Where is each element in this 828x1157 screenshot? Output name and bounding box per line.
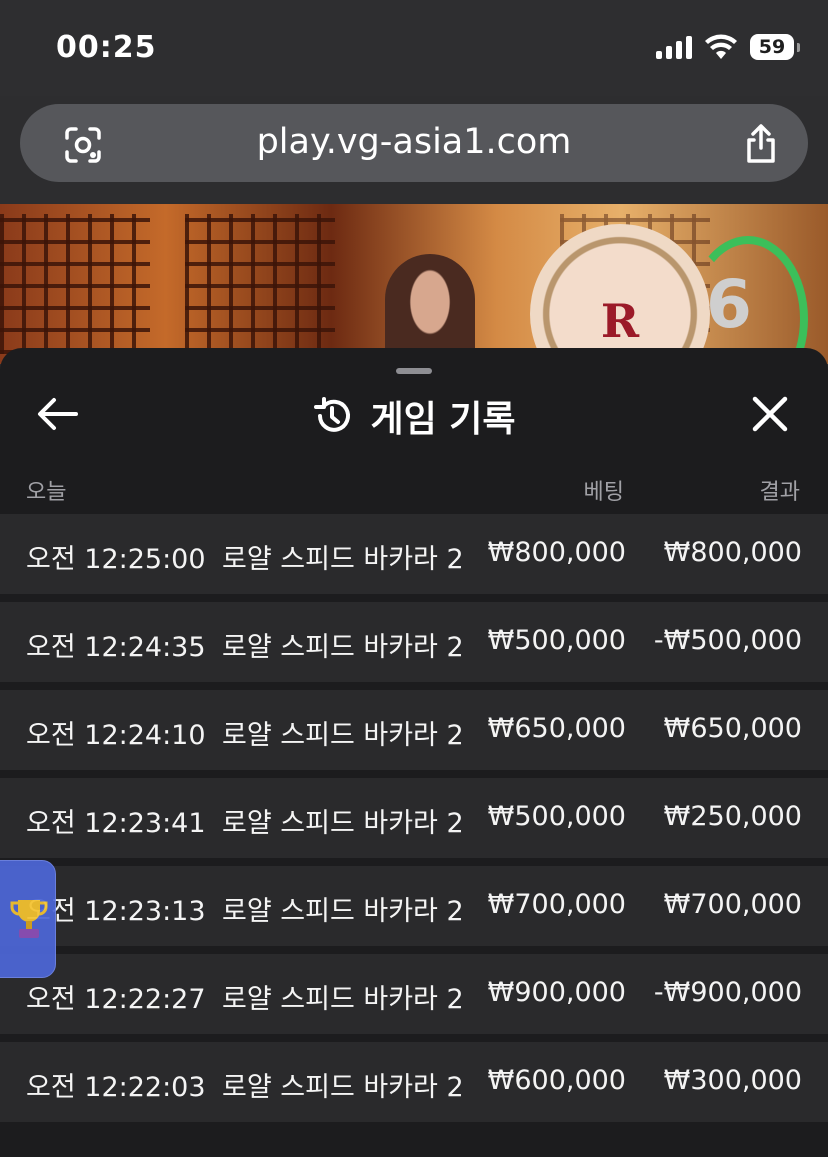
sheet-title: 게임 기록 (370, 399, 516, 440)
column-header-bet: 베팅 (583, 480, 624, 505)
cellular-signal-icon (656, 35, 692, 59)
status-icons: 59 (656, 34, 800, 60)
row-result: ₩250,000 (663, 801, 802, 832)
row-time: 오전 12:23:41 (26, 808, 206, 839)
share-icon[interactable] (742, 124, 780, 164)
battery-icon: 59 (750, 34, 800, 60)
row-result: ₩300,000 (663, 1065, 802, 1096)
row-bet: ₩500,000 (487, 625, 626, 656)
row-bet: ₩600,000 (487, 1065, 626, 1096)
history-row[interactable]: 오전 12:25:00 로얄 스피드 바카라 2 ₩800,000 ₩800,0… (0, 514, 828, 594)
live-video: R 6 (0, 204, 828, 364)
game-history-sheet: 게임 기록 오늘 베팅 결과 오전 12:25:00 로얄 스피드 바카라 2 … (0, 348, 828, 1157)
sheet-grab-handle[interactable] (396, 368, 432, 374)
row-bet: ₩800,000 (487, 537, 626, 568)
history-row[interactable]: 오전 12:22:03 로얄 스피드 바카라 2 ₩600,000 ₩300,0… (0, 1042, 828, 1122)
row-bet: ₩500,000 (487, 801, 626, 832)
row-time: 오전 12:24:35 (26, 632, 206, 663)
column-header-result: 결과 (759, 480, 800, 505)
history-row[interactable]: 오전 12:22:27 로얄 스피드 바카라 2 ₩900,000 -₩900,… (0, 954, 828, 1034)
lattice-decor (0, 214, 150, 354)
history-list: 오전 12:25:00 로얄 스피드 바카라 2 ₩800,000 ₩800,0… (0, 514, 828, 1130)
address-bar[interactable]: play.vg-asia1.com (20, 104, 808, 182)
row-game: 로얄 스피드 바카라 2 (222, 720, 464, 751)
row-bet: ₩700,000 (487, 889, 626, 920)
history-row[interactable]: 오전 12:23:13 로얄 스피드 바카라 2 ₩700,000 ₩700,0… (0, 866, 828, 946)
column-header-date: 오늘 (26, 480, 67, 505)
column-headers: 오늘 베팅 결과 (0, 466, 828, 506)
close-icon[interactable] (750, 394, 790, 434)
row-time: 오전 12:25:00 (26, 544, 206, 575)
history-row[interactable]: 오전 12:24:35 로얄 스피드 바카라 2 ₩500,000 -₩500,… (0, 602, 828, 682)
row-time: 오전 12:22:03 (26, 1072, 206, 1103)
sheet-header: 게임 기록 (0, 390, 828, 442)
trophy-floating-button[interactable] (0, 860, 56, 978)
row-game: 로얄 스피드 바카라 2 (222, 984, 464, 1015)
row-time: 오전 12:24:10 (26, 720, 206, 751)
row-result: ₩800,000 (663, 537, 802, 568)
trophy-icon (10, 900, 48, 938)
row-time: 오전 12:22:27 (26, 984, 206, 1015)
row-game: 로얄 스피드 바카라 2 (222, 1072, 464, 1103)
countdown-number: 6 (706, 266, 752, 343)
row-bet: ₩650,000 (487, 713, 626, 744)
history-icon (314, 397, 351, 432)
url-text[interactable]: play.vg-asia1.com (20, 122, 808, 162)
row-game: 로얄 스피드 바카라 2 (222, 632, 464, 663)
row-result: ₩700,000 (663, 889, 802, 920)
screen: 00:25 59 play.vg-asia1.com R 6 게임 기록 오늘 … (0, 0, 828, 1157)
history-row[interactable]: 오전 12:24:10 로얄 스피드 바카라 2 ₩650,000 ₩650,0… (0, 690, 828, 770)
lattice-decor (185, 214, 335, 354)
row-result: ₩650,000 (663, 713, 802, 744)
row-game: 로얄 스피드 바카라 2 (222, 544, 464, 575)
row-game: 로얄 스피드 바카라 2 (222, 808, 464, 839)
row-bet: ₩900,000 (487, 977, 626, 1008)
row-result: -₩500,000 (653, 625, 802, 656)
status-bar: 00:25 59 (0, 0, 828, 96)
emblem-letter: R (600, 294, 640, 348)
wifi-icon (705, 34, 737, 59)
history-row[interactable]: 오전 12:23:41 로얄 스피드 바카라 2 ₩500,000 ₩250,0… (0, 778, 828, 858)
row-game: 로얄 스피드 바카라 2 (222, 896, 464, 927)
row-result: -₩900,000 (653, 977, 802, 1008)
status-time: 00:25 (56, 30, 157, 65)
